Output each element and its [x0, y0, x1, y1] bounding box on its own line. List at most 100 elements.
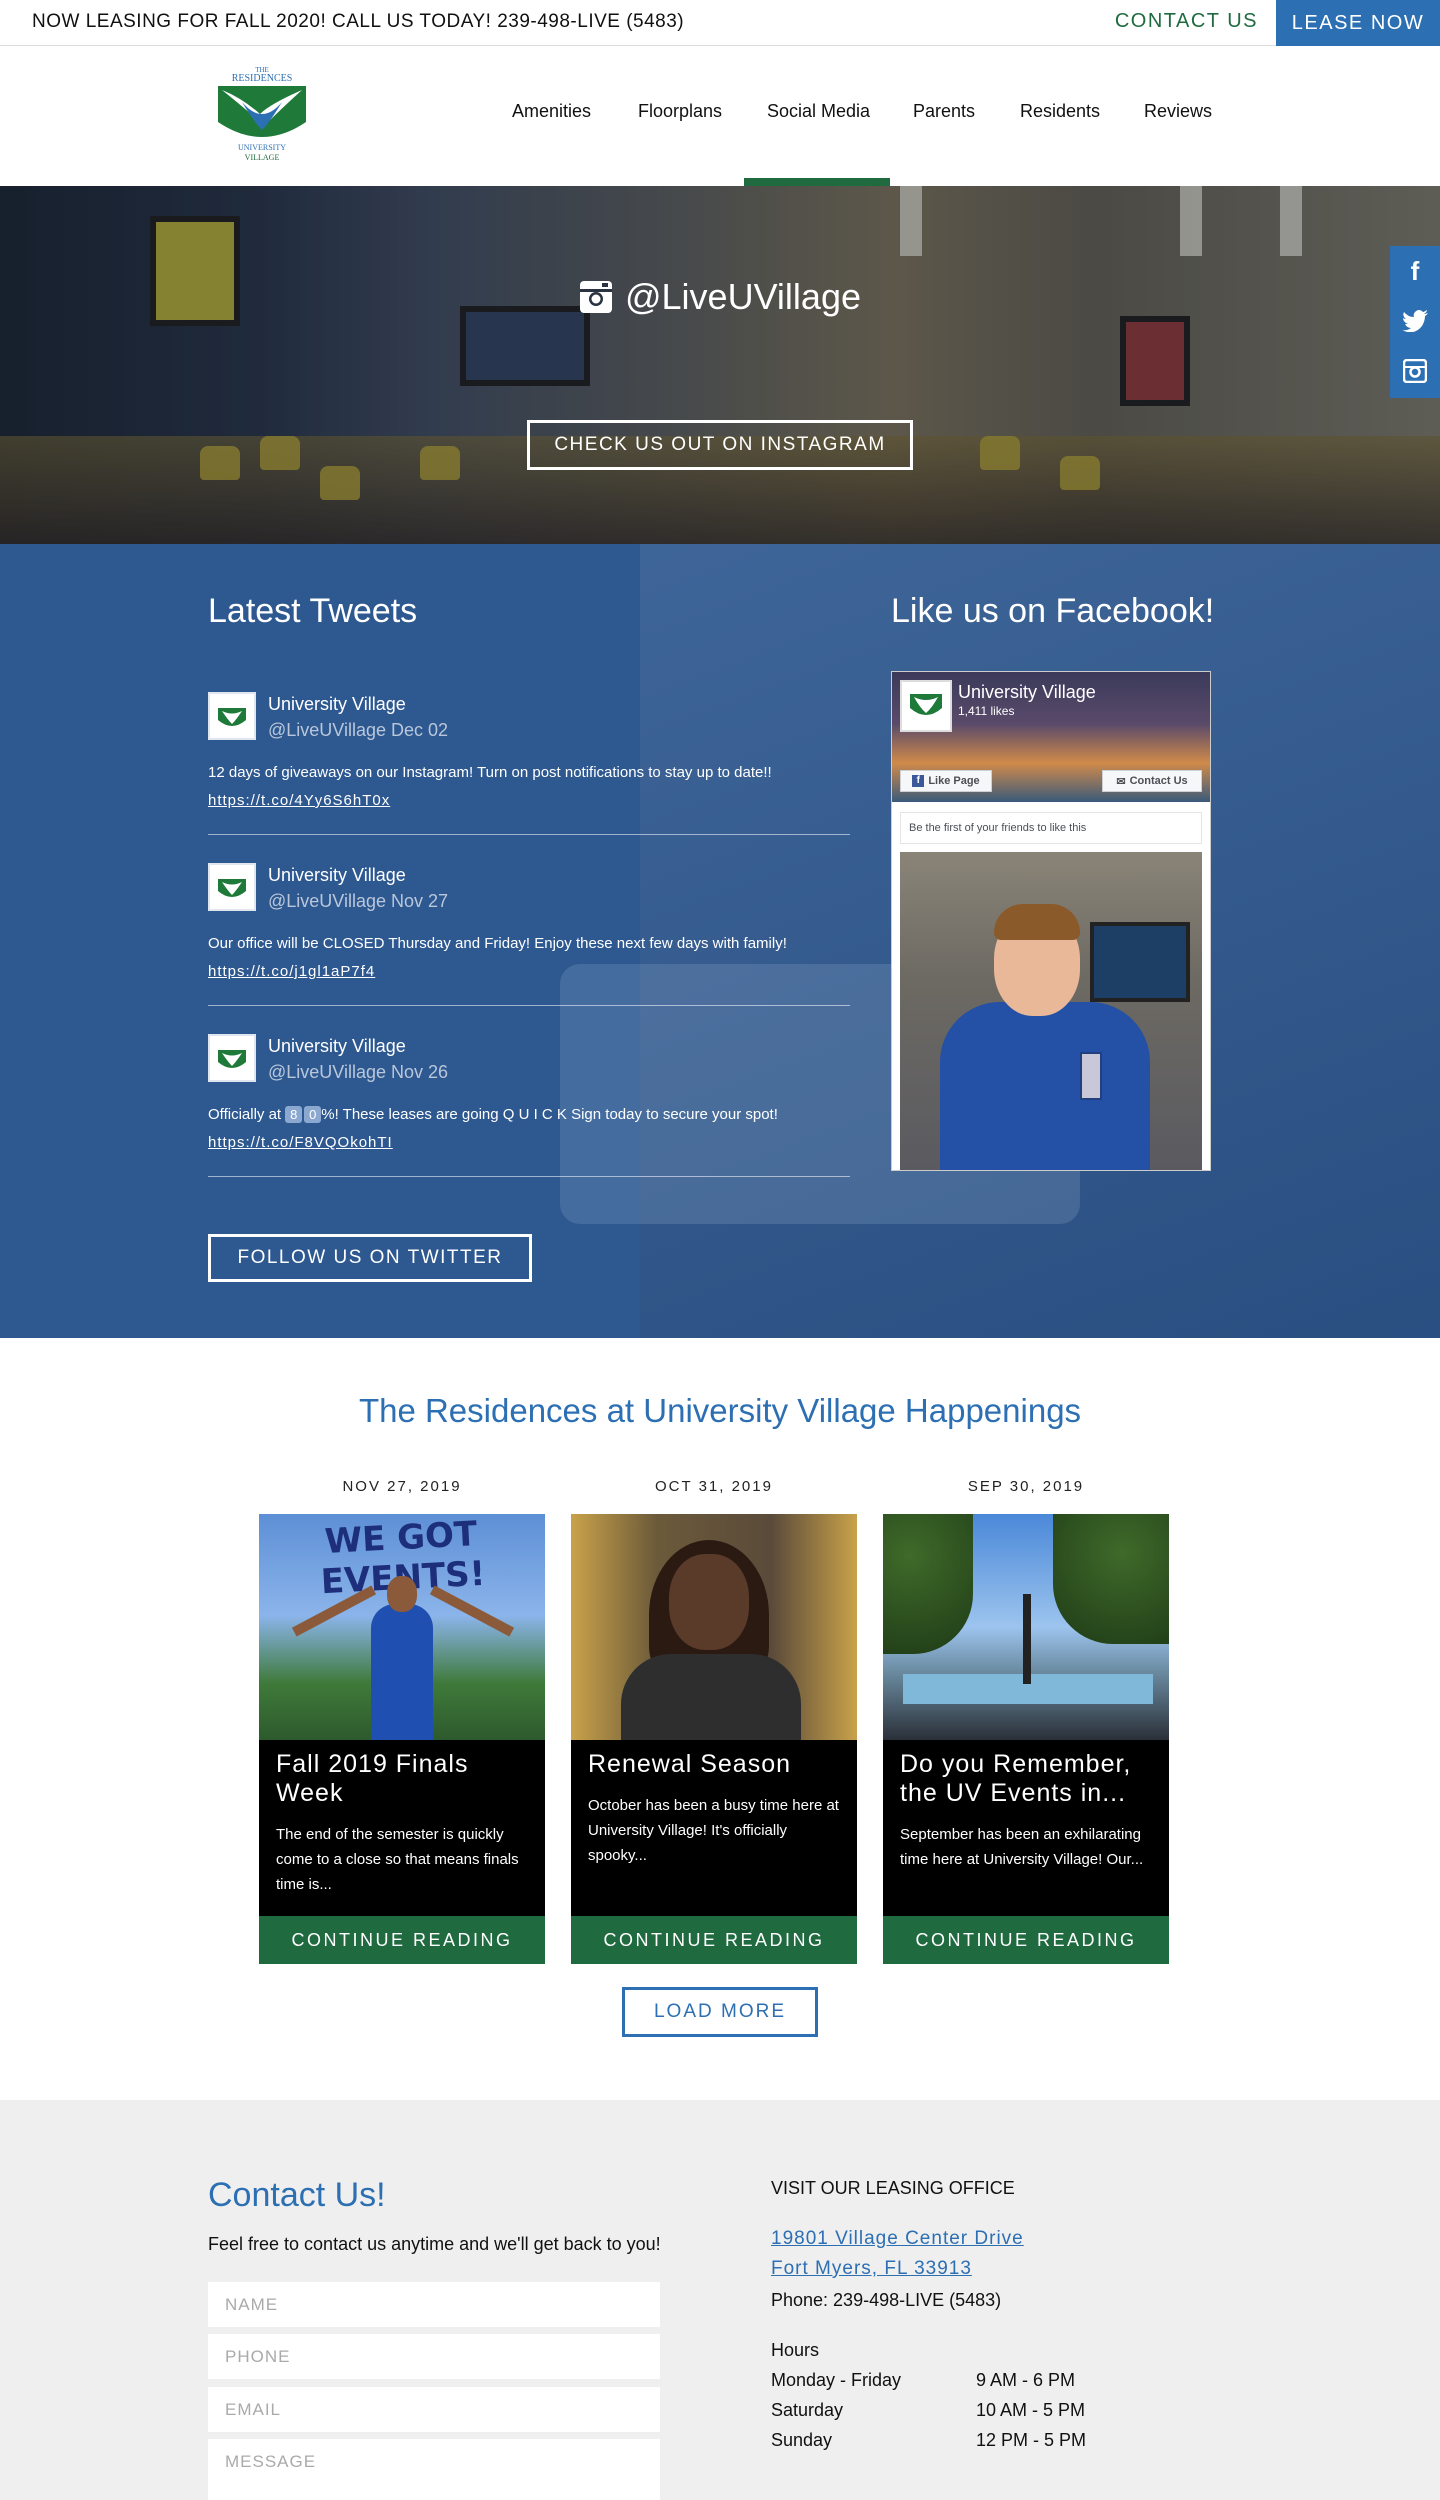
- social-rail: f: [1390, 246, 1440, 398]
- tweet-avatar[interactable]: [208, 863, 256, 911]
- facebook-contact-button[interactable]: ✉ Contact Us: [1102, 770, 1202, 792]
- site-logo[interactable]: THE RESIDENCES UNIVERSITY VILLAGE: [212, 64, 312, 164]
- tweet-author[interactable]: University Village: [268, 1036, 406, 1057]
- hours-time: 10 AM - 5 PM: [976, 2400, 1086, 2420]
- phone-field[interactable]: PHONE: [208, 2334, 660, 2379]
- promo-text: NOW LEASING FOR FALL 2020! CALL US TODAY…: [32, 11, 685, 32]
- facebook-page-name[interactable]: University Village: [958, 682, 1096, 703]
- blog-title[interactable]: Do you Remember, the UV Events in...: [900, 1750, 1152, 1808]
- top-bar: NOW LEASING FOR FALL 2020! CALL US TODAY…: [0, 0, 1440, 46]
- facebook-like-button[interactable]: f Like Page: [900, 770, 992, 792]
- tweet-handle-date: @LiveUVillage Nov 26: [268, 1062, 449, 1082]
- facebook-icon[interactable]: f: [1390, 246, 1440, 296]
- latest-tweets-heading: Latest Tweets: [208, 592, 418, 630]
- tweet-avatar[interactable]: [208, 692, 256, 740]
- nav-reviews[interactable]: Reviews: [1144, 101, 1212, 122]
- logo-graphic: THE RESIDENCES UNIVERSITY VILLAGE: [218, 66, 306, 162]
- blog-image[interactable]: [883, 1514, 1169, 1740]
- blog-date: NOV 27, 2019: [342, 1478, 462, 1495]
- message-field[interactable]: MESSAGE: [208, 2439, 660, 2500]
- facebook-post-photo[interactable]: [900, 852, 1202, 1170]
- blog-image-person-shirt: [621, 1654, 801, 1740]
- address-line1-link[interactable]: 19801 Village Center Drive: [771, 2228, 1024, 2250]
- blog-image-person-head: [669, 1554, 749, 1650]
- facebook-friends-text: Be the first of your friends to like thi…: [900, 812, 1202, 844]
- load-more-button[interactable]: LOAD MORE: [622, 1987, 818, 2037]
- blog-excerpt: September has been an exhilarating time …: [900, 1826, 1144, 1868]
- nav-active-indicator: [744, 178, 890, 186]
- logo-line3: UNIVERSITY: [238, 143, 286, 152]
- facebook-page-avatar[interactable]: [900, 680, 952, 732]
- facebook-likes: 1,411 likes: [958, 704, 1015, 718]
- contact-subtitle: Feel free to contact us anytime and we'l…: [208, 2234, 661, 2254]
- social-feed-section: Latest Tweets University Village @LiveUV…: [0, 544, 1440, 1338]
- name-field[interactable]: NAME: [208, 2282, 660, 2327]
- nav-social-media[interactable]: Social Media: [767, 101, 870, 122]
- nav-parents[interactable]: Parents: [913, 101, 975, 122]
- blog-excerpt: October has been a busy time here at Uni…: [588, 1797, 839, 1864]
- blog-image-palm: [1053, 1514, 1169, 1644]
- hours-days: Saturday: [771, 2400, 844, 2420]
- blog-title[interactable]: Renewal Season: [588, 1750, 840, 1779]
- hours-days: Monday - Friday: [771, 2370, 902, 2390]
- nav-residents[interactable]: Residents: [1020, 101, 1100, 122]
- tweet-link[interactable]: https://t.co/F8VQOkohTI: [208, 1134, 393, 1151]
- tweet-text: Our office will be CLOSED Thursday and F…: [208, 935, 787, 952]
- blog-date: OCT 31, 2019: [655, 1478, 773, 1495]
- nav-floorplans[interactable]: Floorplans: [638, 101, 722, 122]
- photo-can: [1080, 1052, 1102, 1100]
- continue-reading-button[interactable]: CONTINUE READING: [883, 1916, 1169, 1964]
- tweet-divider: [208, 1005, 850, 1006]
- instagram-hero: @LiveUVillage CHECK US OUT ON INSTAGRAM: [0, 186, 1440, 544]
- email-field[interactable]: EMAIL: [208, 2387, 660, 2432]
- logo-line2: RESIDENCES: [232, 73, 293, 84]
- facebook-heading: Like us on Facebook!: [891, 592, 1215, 630]
- keycap-digit: 8: [285, 1106, 303, 1123]
- blog-excerpt: The end of the semester is quickly come …: [276, 1826, 519, 1893]
- happenings-heading: The Residences at University Village Hap…: [358, 1392, 1082, 1429]
- blog-image[interactable]: [571, 1514, 857, 1740]
- blog-card-body: Fall 2019 Finals Week The end of the sem…: [259, 1740, 545, 1916]
- instagram-handle[interactable]: @LiveUVillage: [0, 276, 1440, 318]
- hero-overlay: [0, 186, 1440, 544]
- tweet-link[interactable]: https://t.co/4Yy6S6hT0x: [208, 792, 390, 809]
- facebook-contact-label: Contact Us: [1129, 775, 1188, 787]
- photo-person-shirt: [940, 1002, 1150, 1170]
- contact-section: Contact Us! Feel free to contact us anyt…: [0, 2100, 1440, 2500]
- follow-twitter-button[interactable]: FOLLOW US ON TWITTER: [208, 1234, 532, 1282]
- tweet-text: Officially at 8 0%! These leases are goin…: [208, 1106, 778, 1123]
- visit-office-heading: VISIT OUR LEASING OFFICE: [771, 2178, 1015, 2198]
- blog-image-person: [371, 1604, 433, 1740]
- blog-image-person-head: [387, 1576, 417, 1612]
- blog-title[interactable]: Fall 2019 Finals Week: [276, 1750, 528, 1808]
- tweet-text-after: %! These leases are going Q U I C K Sign…: [321, 1106, 778, 1123]
- site-header: THE RESIDENCES UNIVERSITY VILLAGE Amenit…: [0, 46, 1440, 186]
- blog-image-palm: [883, 1514, 973, 1654]
- photo-monitor: [1090, 922, 1190, 1002]
- continue-reading-button[interactable]: CONTINUE READING: [571, 1916, 857, 1964]
- blog-image[interactable]: WE GOT EVENTS!: [259, 1514, 545, 1740]
- continue-reading-button[interactable]: CONTINUE READING: [259, 1916, 545, 1964]
- address-line2-link[interactable]: Fort Myers, FL 33913: [771, 2258, 972, 2280]
- nav-amenities[interactable]: Amenities: [512, 101, 591, 122]
- keycap-digit: 0: [304, 1106, 322, 1123]
- instagram-handle-text: @LiveUVillage: [624, 276, 861, 317]
- facebook-widget: University Village 1,411 likes f Like Pa…: [891, 671, 1211, 1171]
- hours-time: 12 PM - 5 PM: [976, 2430, 1087, 2450]
- contact-heading: Contact Us!: [208, 2176, 386, 2214]
- tweet-text-before: Officially at: [208, 1106, 286, 1123]
- logo-line4: VILLAGE: [245, 153, 280, 162]
- tweet-author[interactable]: University Village: [268, 694, 406, 715]
- twitter-icon[interactable]: [1390, 296, 1440, 346]
- contact-us-link[interactable]: CONTACT US: [1115, 10, 1258, 33]
- tweet-avatar[interactable]: [208, 1034, 256, 1082]
- tweet-link[interactable]: https://t.co/j1gl1aP7f4: [208, 963, 375, 980]
- lease-now-button[interactable]: LEASE NOW: [1276, 0, 1440, 46]
- instagram-icon[interactable]: [1390, 346, 1440, 396]
- tweet-divider: [208, 834, 850, 835]
- tweet-author[interactable]: University Village: [268, 865, 406, 886]
- blog-image-umbrella: [1023, 1594, 1031, 1684]
- blog-card-body: Renewal Season October has been a busy t…: [571, 1740, 857, 1916]
- blog-card-body: Do you Remember, the UV Events in... Sep…: [883, 1740, 1169, 1916]
- instagram-button[interactable]: CHECK US OUT ON INSTAGRAM: [527, 420, 913, 470]
